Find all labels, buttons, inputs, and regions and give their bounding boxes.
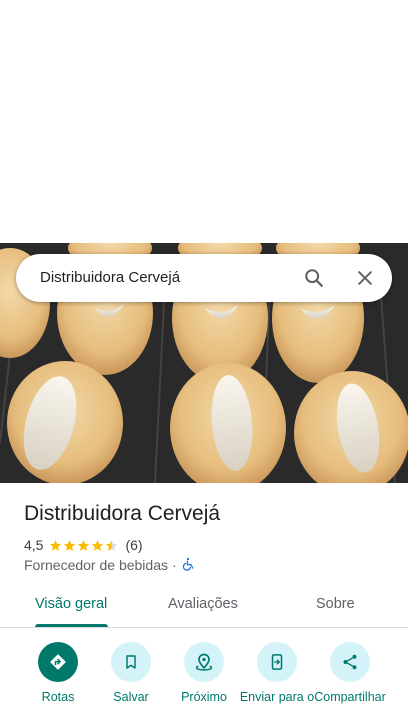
share-label: Compartilhar	[314, 690, 386, 704]
nearby-label: Próximo	[181, 690, 227, 704]
place-title: Distribuidora Cervejá	[24, 502, 221, 525]
tab-reviews[interactable]: Avaliações	[168, 596, 238, 612]
search-query[interactable]: Distribuidora Cervejá	[40, 269, 180, 286]
wheelchair-icon	[181, 557, 195, 574]
rating-row[interactable]: 4,5 (6)	[24, 536, 143, 554]
place-tabs: Visão geral Avaliações Sobre	[0, 586, 408, 628]
directions-label: Rotas	[41, 690, 75, 704]
send-to-phone-label: Enviar para o	[239, 690, 315, 704]
star-icon	[64, 539, 76, 551]
send-to-phone-button[interactable]: Enviar para o	[238, 642, 316, 704]
save-button[interactable]: Salvar	[92, 642, 170, 704]
directions-button[interactable]: Rotas	[19, 642, 97, 704]
star-icon	[78, 539, 90, 551]
rating-stars	[49, 539, 119, 552]
tab-overview[interactable]: Visão geral	[35, 596, 107, 612]
star-icon	[50, 539, 62, 551]
nearby-button[interactable]: Próximo	[165, 642, 243, 704]
send-to-phone-icon	[257, 642, 297, 682]
review-count[interactable]: (6)	[125, 537, 142, 553]
tab-indicator	[35, 624, 108, 627]
directions-icon	[38, 642, 78, 682]
share-button[interactable]: Compartilhar	[311, 642, 389, 704]
separator: ·	[172, 557, 177, 573]
star-half-icon	[106, 539, 118, 551]
nearby-icon	[184, 642, 224, 682]
category-row: Fornecedor de bebidas ·	[24, 556, 195, 574]
star-icon	[92, 539, 104, 551]
rating-value: 4,5	[24, 537, 44, 553]
search-bar[interactable]: Distribuidora Cervejá	[16, 254, 392, 302]
tab-about[interactable]: Sobre	[316, 596, 355, 612]
share-icon	[330, 642, 370, 682]
close-icon[interactable]	[353, 266, 377, 290]
search-icon[interactable]	[302, 266, 326, 290]
save-label: Salvar	[113, 690, 149, 704]
place-category: Fornecedor de bebidas	[24, 557, 168, 573]
bookmark-icon	[111, 642, 151, 682]
